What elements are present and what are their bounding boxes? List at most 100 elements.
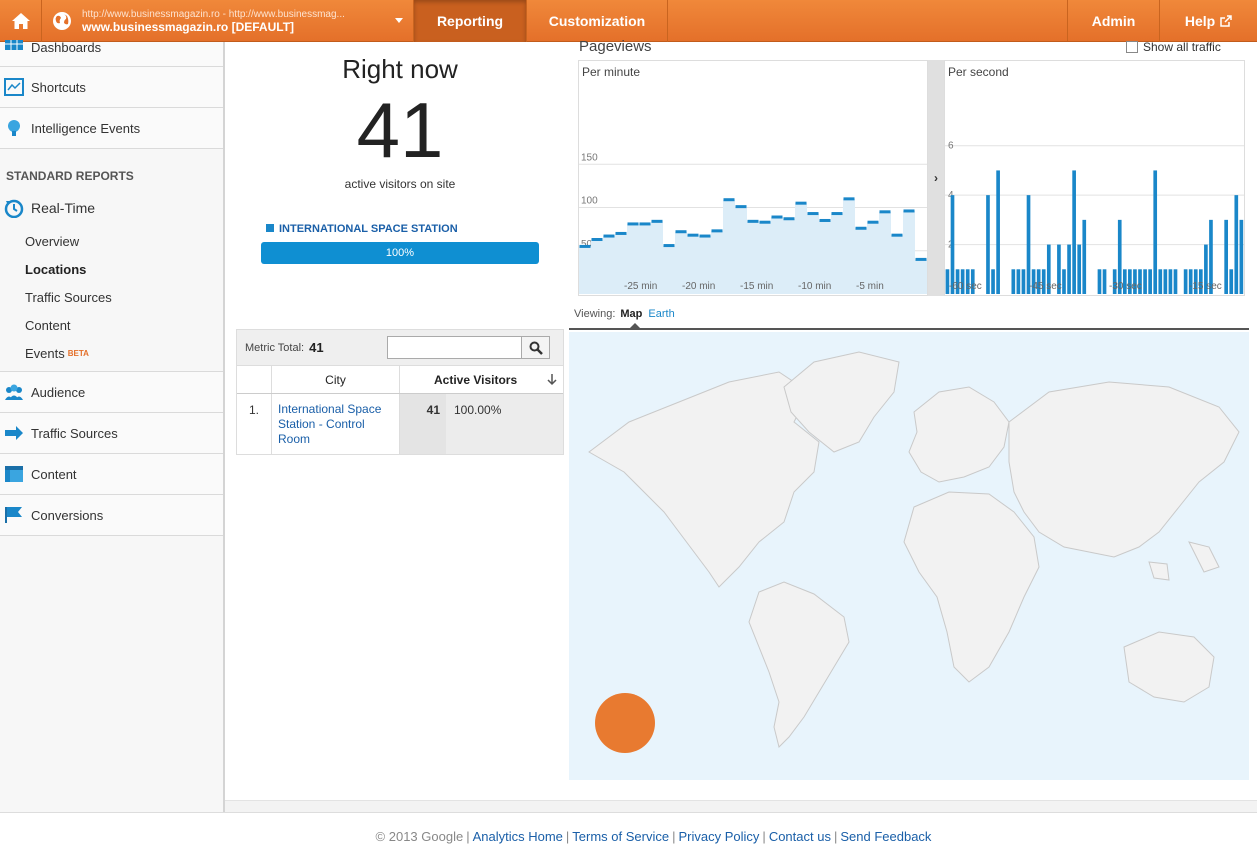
tab-reporting[interactable]: Reporting bbox=[414, 0, 527, 42]
per-minute-point bbox=[615, 231, 627, 235]
per-minute-point bbox=[867, 220, 879, 224]
section-header-standard-reports: STANDARD REPORTS bbox=[6, 169, 134, 183]
sidebar-sub-content[interactable]: Content bbox=[0, 311, 223, 339]
traffic-arrow-icon bbox=[5, 426, 23, 440]
sidebar-label-conversions: Conversions bbox=[31, 507, 104, 523]
location-percent-bar: 100% bbox=[261, 242, 539, 264]
row-index: 1. bbox=[237, 394, 272, 454]
tab-admin[interactable]: Admin bbox=[1068, 0, 1160, 42]
sidebar-item-conversions[interactable]: Conversions bbox=[0, 495, 223, 536]
asia-shape bbox=[1008, 381, 1240, 558]
tab-customization[interactable]: Customization bbox=[527, 0, 668, 42]
chevron-down-icon bbox=[395, 18, 403, 23]
tab-help[interactable]: Help bbox=[1160, 0, 1257, 42]
y-tick-label: 150 bbox=[581, 152, 598, 163]
column-active-visitors[interactable]: Active Visitors bbox=[400, 366, 563, 393]
sort-down-icon bbox=[547, 374, 557, 386]
shortcuts-icon bbox=[4, 78, 24, 96]
islands-shape bbox=[1148, 541, 1220, 581]
x-tick-label: -15 min bbox=[740, 281, 773, 292]
footer-link-analytics-home[interactable]: Analytics Home bbox=[473, 829, 563, 844]
sidebar-item-realtime[interactable]: Real-Time bbox=[0, 189, 223, 227]
x-tick-label: -20 min bbox=[682, 281, 715, 292]
per-minute-point bbox=[675, 230, 687, 234]
chevron-right-icon: › bbox=[934, 171, 938, 185]
home-button[interactable] bbox=[0, 0, 42, 42]
column-city[interactable]: City bbox=[272, 366, 400, 393]
per-minute-point bbox=[627, 222, 639, 226]
x-tick-label: -45 sec bbox=[1029, 281, 1062, 292]
south-america-shape bbox=[748, 581, 850, 748]
sidebar-item-intelligence-events[interactable]: Intelligence Events bbox=[0, 108, 223, 149]
per-minute-point bbox=[915, 257, 927, 261]
per-second-bar bbox=[1011, 269, 1016, 294]
table-toolbar: Metric Total: 41 bbox=[237, 330, 563, 366]
per-second-bar bbox=[1072, 170, 1076, 294]
per-second-bar bbox=[1016, 269, 1021, 294]
location-name: INTERNATIONAL SPACE STATION bbox=[279, 223, 458, 235]
footer-link-feedback[interactable]: Send Feedback bbox=[840, 829, 931, 844]
view-map-option[interactable]: Map bbox=[620, 308, 642, 320]
account-selector[interactable]: http://www.businessmagazin.ro - http://w… bbox=[42, 0, 414, 42]
row-percent: 100.00% bbox=[446, 394, 563, 454]
city-link[interactable]: International Space Station - Control Ro… bbox=[278, 402, 381, 446]
world-map[interactable] bbox=[569, 332, 1249, 780]
per-second-chart: Per second 642-60 sec-45 sec-30 sec-15 s… bbox=[944, 60, 1245, 296]
per-minute-point bbox=[687, 233, 699, 237]
world-map-svg bbox=[588, 351, 1240, 753]
row-visitors: 41 bbox=[400, 394, 446, 454]
europe-shape bbox=[908, 386, 1010, 483]
africa-shape bbox=[903, 491, 1040, 683]
active-visitors-caption: active visitors on site bbox=[344, 177, 456, 191]
sidebar-item-shortcuts[interactable]: Shortcuts bbox=[0, 67, 223, 108]
per-minute-point bbox=[879, 210, 891, 214]
sidebar-item-traffic-sources[interactable]: Traffic Sources bbox=[0, 413, 223, 454]
table-search-input[interactable] bbox=[387, 336, 550, 359]
chart-next-arrow[interactable]: › bbox=[928, 60, 944, 296]
per-second-bar bbox=[1067, 244, 1071, 294]
search-button[interactable] bbox=[521, 337, 549, 358]
pageviews-title: Pageviews bbox=[579, 38, 652, 55]
sidebar-item-content[interactable]: Content bbox=[0, 454, 223, 495]
footer-link-terms[interactable]: Terms of Service bbox=[572, 829, 669, 844]
sidebar-sub-traffic-sources[interactable]: Traffic Sources bbox=[0, 283, 223, 311]
sidebar-label-intelligence: Intelligence Events bbox=[31, 120, 141, 136]
sidebar-sub-overview[interactable]: Overview bbox=[0, 227, 223, 255]
per-second-bar bbox=[950, 195, 955, 294]
right-now-panel: Right now 41 active visitors on site bbox=[230, 50, 570, 191]
top-nav-bar: http://www.businessmagazin.ro - http://w… bbox=[0, 0, 1257, 42]
per-minute-point bbox=[795, 201, 807, 205]
footer-link-privacy[interactable]: Privacy Policy bbox=[679, 829, 760, 844]
active-visitor-count: 41 bbox=[356, 86, 444, 174]
sidebar-item-dashboards[interactable]: Dashboards bbox=[0, 40, 223, 67]
site-urls: http://www.businessmagazin.ro - http://w… bbox=[82, 8, 345, 20]
audience-icon bbox=[5, 384, 23, 400]
per-minute-point bbox=[831, 212, 843, 216]
copyright: © 2013 Google bbox=[375, 829, 464, 844]
per-second-bar bbox=[1143, 269, 1147, 294]
per-minute-point bbox=[591, 238, 603, 242]
per-minute-point bbox=[807, 212, 819, 216]
sidebar: Dashboards Shortcuts Intelligence Events… bbox=[0, 40, 225, 812]
sidebar-label-realtime: Real-Time bbox=[31, 200, 96, 216]
locations-table: Metric Total: 41 City Active Visitors 1.… bbox=[236, 329, 564, 455]
visitor-location-marker[interactable] bbox=[595, 693, 655, 753]
realtime-clock-icon bbox=[4, 199, 24, 218]
show-all-traffic-toggle[interactable]: Show all traffic bbox=[1126, 40, 1221, 54]
viewing-toggle: Viewing: Map Earth bbox=[574, 308, 675, 320]
external-link-icon bbox=[1220, 15, 1232, 27]
footer-link-contact[interactable]: Contact us bbox=[769, 829, 831, 844]
sidebar-sub-events[interactable]: Events BETA bbox=[0, 339, 223, 372]
location-percent-label: 100% bbox=[385, 247, 415, 259]
sidebar-sub-locations[interactable]: Locations bbox=[0, 255, 223, 283]
footer: © 2013 Google | Analytics Home | Terms of Se… bbox=[0, 812, 1257, 858]
show-all-checkbox[interactable] bbox=[1126, 41, 1138, 53]
per-minute-point bbox=[651, 219, 663, 223]
sidebar-item-audience[interactable]: Audience bbox=[0, 372, 223, 413]
per-minute-point bbox=[783, 217, 795, 221]
per-second-bar bbox=[1102, 269, 1107, 294]
per-minute-point bbox=[603, 234, 615, 238]
view-earth-option[interactable]: Earth bbox=[648, 308, 674, 320]
x-tick-label: -25 min bbox=[624, 281, 657, 292]
per-second-bar bbox=[996, 170, 1000, 294]
